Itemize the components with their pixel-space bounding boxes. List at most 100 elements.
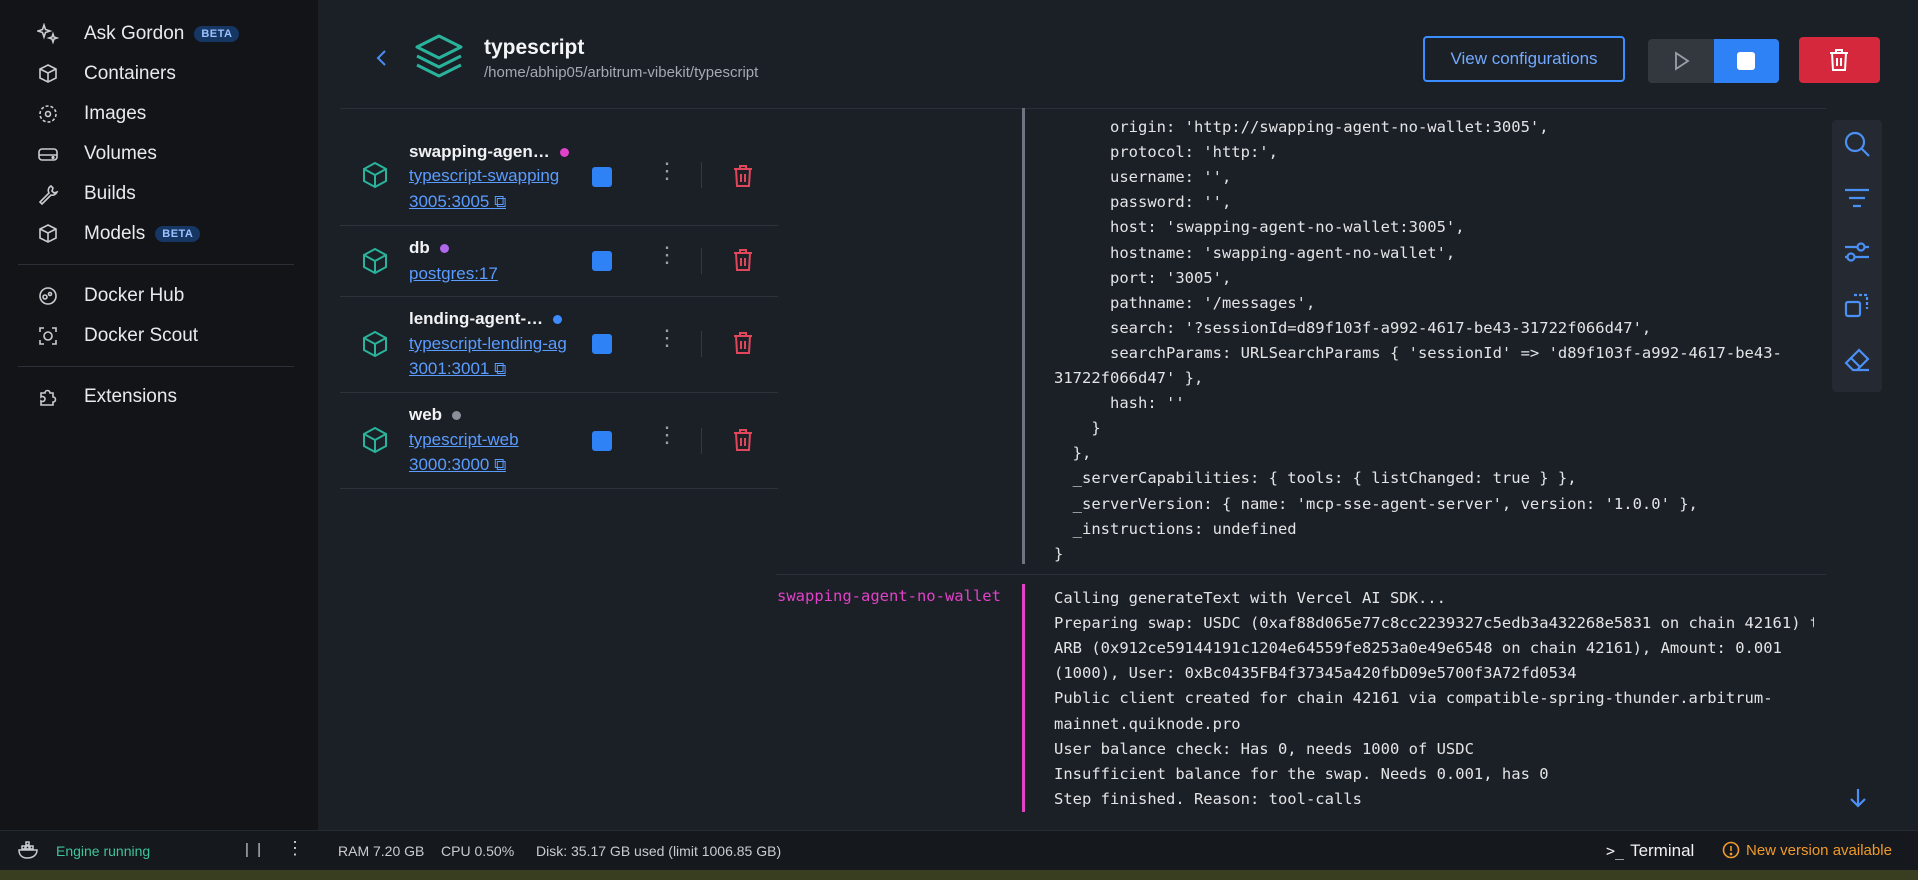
sidebar-item-models[interactable]: Models BETA bbox=[36, 216, 201, 252]
search-icon[interactable] bbox=[1843, 130, 1871, 158]
settings-sliders-icon[interactable] bbox=[1843, 238, 1871, 266]
filter-icon[interactable] bbox=[1843, 184, 1871, 212]
stop-container-button[interactable] bbox=[592, 167, 612, 187]
log-line: mainnet.quiknode.pro bbox=[1054, 714, 1241, 733]
container-row-db[interactable]: db postgres:17 ⋮ bbox=[340, 226, 778, 297]
log-line: }, bbox=[1054, 444, 1092, 463]
sidebar-item-extensions[interactable]: Extensions bbox=[36, 379, 177, 415]
sidebar-item-images[interactable]: Images bbox=[36, 96, 146, 132]
sidebar-item-volumes[interactable]: Volumes bbox=[36, 136, 157, 172]
terminal-button[interactable]: >_ Terminal bbox=[1606, 841, 1694, 861]
log-viewer[interactable]: origin: 'http://swapping-agent-no-wallet… bbox=[1022, 108, 1814, 813]
container-name: db bbox=[409, 238, 449, 258]
pause-icon[interactable]: | | bbox=[245, 841, 263, 858]
copy-icon[interactable] bbox=[1843, 292, 1871, 320]
sidebar-item-label: Docker Scout bbox=[84, 325, 199, 346]
view-configurations-button[interactable]: View configurations bbox=[1423, 36, 1625, 82]
image-link[interactable]: typescript-web bbox=[409, 430, 519, 450]
engine-status: Engine running bbox=[56, 843, 151, 859]
image-link[interactable]: typescript-lending-ag bbox=[409, 334, 573, 354]
log-line: Calling generateText with Vercel AI SDK.… bbox=[1054, 589, 1446, 607]
trash-icon[interactable] bbox=[732, 428, 754, 452]
delete-project-button[interactable] bbox=[1799, 37, 1880, 83]
more-options-icon[interactable]: ⋮ bbox=[286, 838, 304, 859]
wrench-icon bbox=[36, 182, 60, 206]
project-path: /home/abhip05/arbitrum-vibekit/typescrip… bbox=[484, 64, 759, 81]
sidebar-item-ask-gordon[interactable]: Ask Gordon BETA bbox=[36, 16, 240, 52]
sidebar-item-label: Volumes bbox=[84, 143, 157, 164]
port-link[interactable]: 3005:3005 ⧉ bbox=[409, 192, 506, 212]
terminal-label: Terminal bbox=[1630, 841, 1695, 860]
container-cube-icon bbox=[363, 161, 387, 189]
container-row-web[interactable]: web typescript-web 3000:3000 ⧉ ⋮ bbox=[340, 393, 778, 489]
sidebar-item-label: Ask Gordon bbox=[84, 23, 185, 44]
stop-button[interactable] bbox=[1714, 39, 1779, 83]
play-icon bbox=[1675, 51, 1690, 71]
model-cube-icon bbox=[36, 222, 60, 246]
log-line: port: '3005', bbox=[1054, 268, 1232, 287]
back-chevron-icon[interactable] bbox=[372, 46, 392, 70]
sidebar-item-label: Images bbox=[84, 103, 147, 124]
status-dot bbox=[553, 315, 563, 325]
log-line: Public client created for chain 42161 vi… bbox=[1054, 689, 1773, 708]
sidebar-item-builds[interactable]: Builds bbox=[36, 176, 136, 212]
more-options-icon[interactable]: ⋮ bbox=[656, 244, 678, 266]
log-line: User balance check: Has 0, needs 1000 of… bbox=[1054, 739, 1474, 758]
log-line: 31722f066d47' }, bbox=[1054, 369, 1204, 387]
docker-whale-icon bbox=[18, 841, 38, 859]
container-row-swapping-agent[interactable]: swapping-agen… typescript-swapping 3005:… bbox=[340, 124, 778, 226]
status-dot bbox=[439, 244, 449, 254]
sidebar-item-containers[interactable]: Containers bbox=[36, 56, 176, 92]
port-link[interactable]: 3000:3000 ⧉ bbox=[409, 455, 506, 475]
hub-icon bbox=[36, 284, 60, 308]
images-icon bbox=[36, 102, 60, 126]
sidebar-item-docker-hub[interactable]: Docker Hub bbox=[36, 278, 184, 314]
new-version-link[interactable]: New version available bbox=[1722, 841, 1892, 859]
log-line: username: '', bbox=[1054, 168, 1232, 187]
stop-container-button[interactable] bbox=[592, 431, 612, 451]
image-link[interactable]: postgres:17 bbox=[409, 264, 498, 284]
trash-icon[interactable] bbox=[732, 248, 754, 272]
trash-icon[interactable] bbox=[732, 331, 754, 355]
log-line: ARB (0x912ce59144191c1204e64559fe8253a0e… bbox=[1054, 639, 1782, 658]
container-name: web bbox=[409, 405, 462, 425]
sidebar-item-label: Builds bbox=[84, 183, 136, 204]
sidebar-item-label: Models bbox=[84, 223, 146, 244]
stop-container-button[interactable] bbox=[592, 334, 612, 354]
puzzle-icon bbox=[36, 385, 60, 409]
image-link[interactable]: typescript-swapping bbox=[409, 166, 573, 186]
log-line: Insufficient balance for the swap. Needs… bbox=[1054, 764, 1549, 783]
more-options-icon[interactable]: ⋮ bbox=[656, 160, 678, 182]
log-line: _serverVersion: { name: 'mcp-sse-agent-s… bbox=[1054, 494, 1698, 513]
log-line: hash: '' bbox=[1054, 394, 1185, 413]
scroll-to-bottom-icon[interactable] bbox=[1846, 786, 1870, 810]
more-options-icon[interactable]: ⋮ bbox=[656, 424, 678, 446]
container-name: lending-agent-… bbox=[409, 309, 563, 329]
new-version-label: New version available bbox=[1746, 841, 1892, 859]
container-cube-icon bbox=[363, 330, 387, 358]
log-line: pathname: '/messages', bbox=[1054, 293, 1316, 312]
sidebar-item-label: Docker Hub bbox=[84, 285, 185, 306]
eraser-icon[interactable] bbox=[1843, 346, 1871, 374]
beta-badge: BETA bbox=[194, 26, 240, 42]
log-line: } bbox=[1054, 419, 1101, 438]
port-link[interactable]: 3001:3001 ⧉ bbox=[409, 359, 506, 379]
log-line: search: '?sessionId=d89f103f-a992-4617-b… bbox=[1054, 318, 1652, 337]
start-button[interactable] bbox=[1648, 39, 1714, 83]
log-line: Step finished. Reason: tool-calls bbox=[1054, 789, 1362, 808]
info-icon bbox=[1722, 841, 1740, 859]
status-bar: Engine running | | ⋮ RAM 7.20 GB CPU 0.5… bbox=[0, 830, 1918, 871]
container-row-lending-agent[interactable]: lending-agent-… typescript-lending-ag 30… bbox=[340, 297, 778, 393]
cpu-usage: CPU 0.50% bbox=[441, 843, 515, 859]
external-link-icon: ⧉ bbox=[494, 455, 507, 474]
sidebar-divider bbox=[18, 366, 294, 367]
taskbar-strip bbox=[0, 870, 1918, 880]
disk-usage: Disk: 35.17 GB used (limit 1006.85 GB) bbox=[536, 843, 782, 859]
more-options-icon[interactable]: ⋮ bbox=[656, 327, 678, 349]
sidebar-item-docker-scout[interactable]: Docker Scout bbox=[36, 318, 198, 354]
sidebar-item-label: Containers bbox=[84, 63, 176, 84]
log-line: Preparing swap: USDC (0xaf88d065e77c8cc2… bbox=[1054, 614, 1814, 633]
stop-container-button[interactable] bbox=[592, 251, 612, 271]
trash-icon[interactable] bbox=[732, 164, 754, 188]
external-link-icon: ⧉ bbox=[494, 359, 507, 378]
